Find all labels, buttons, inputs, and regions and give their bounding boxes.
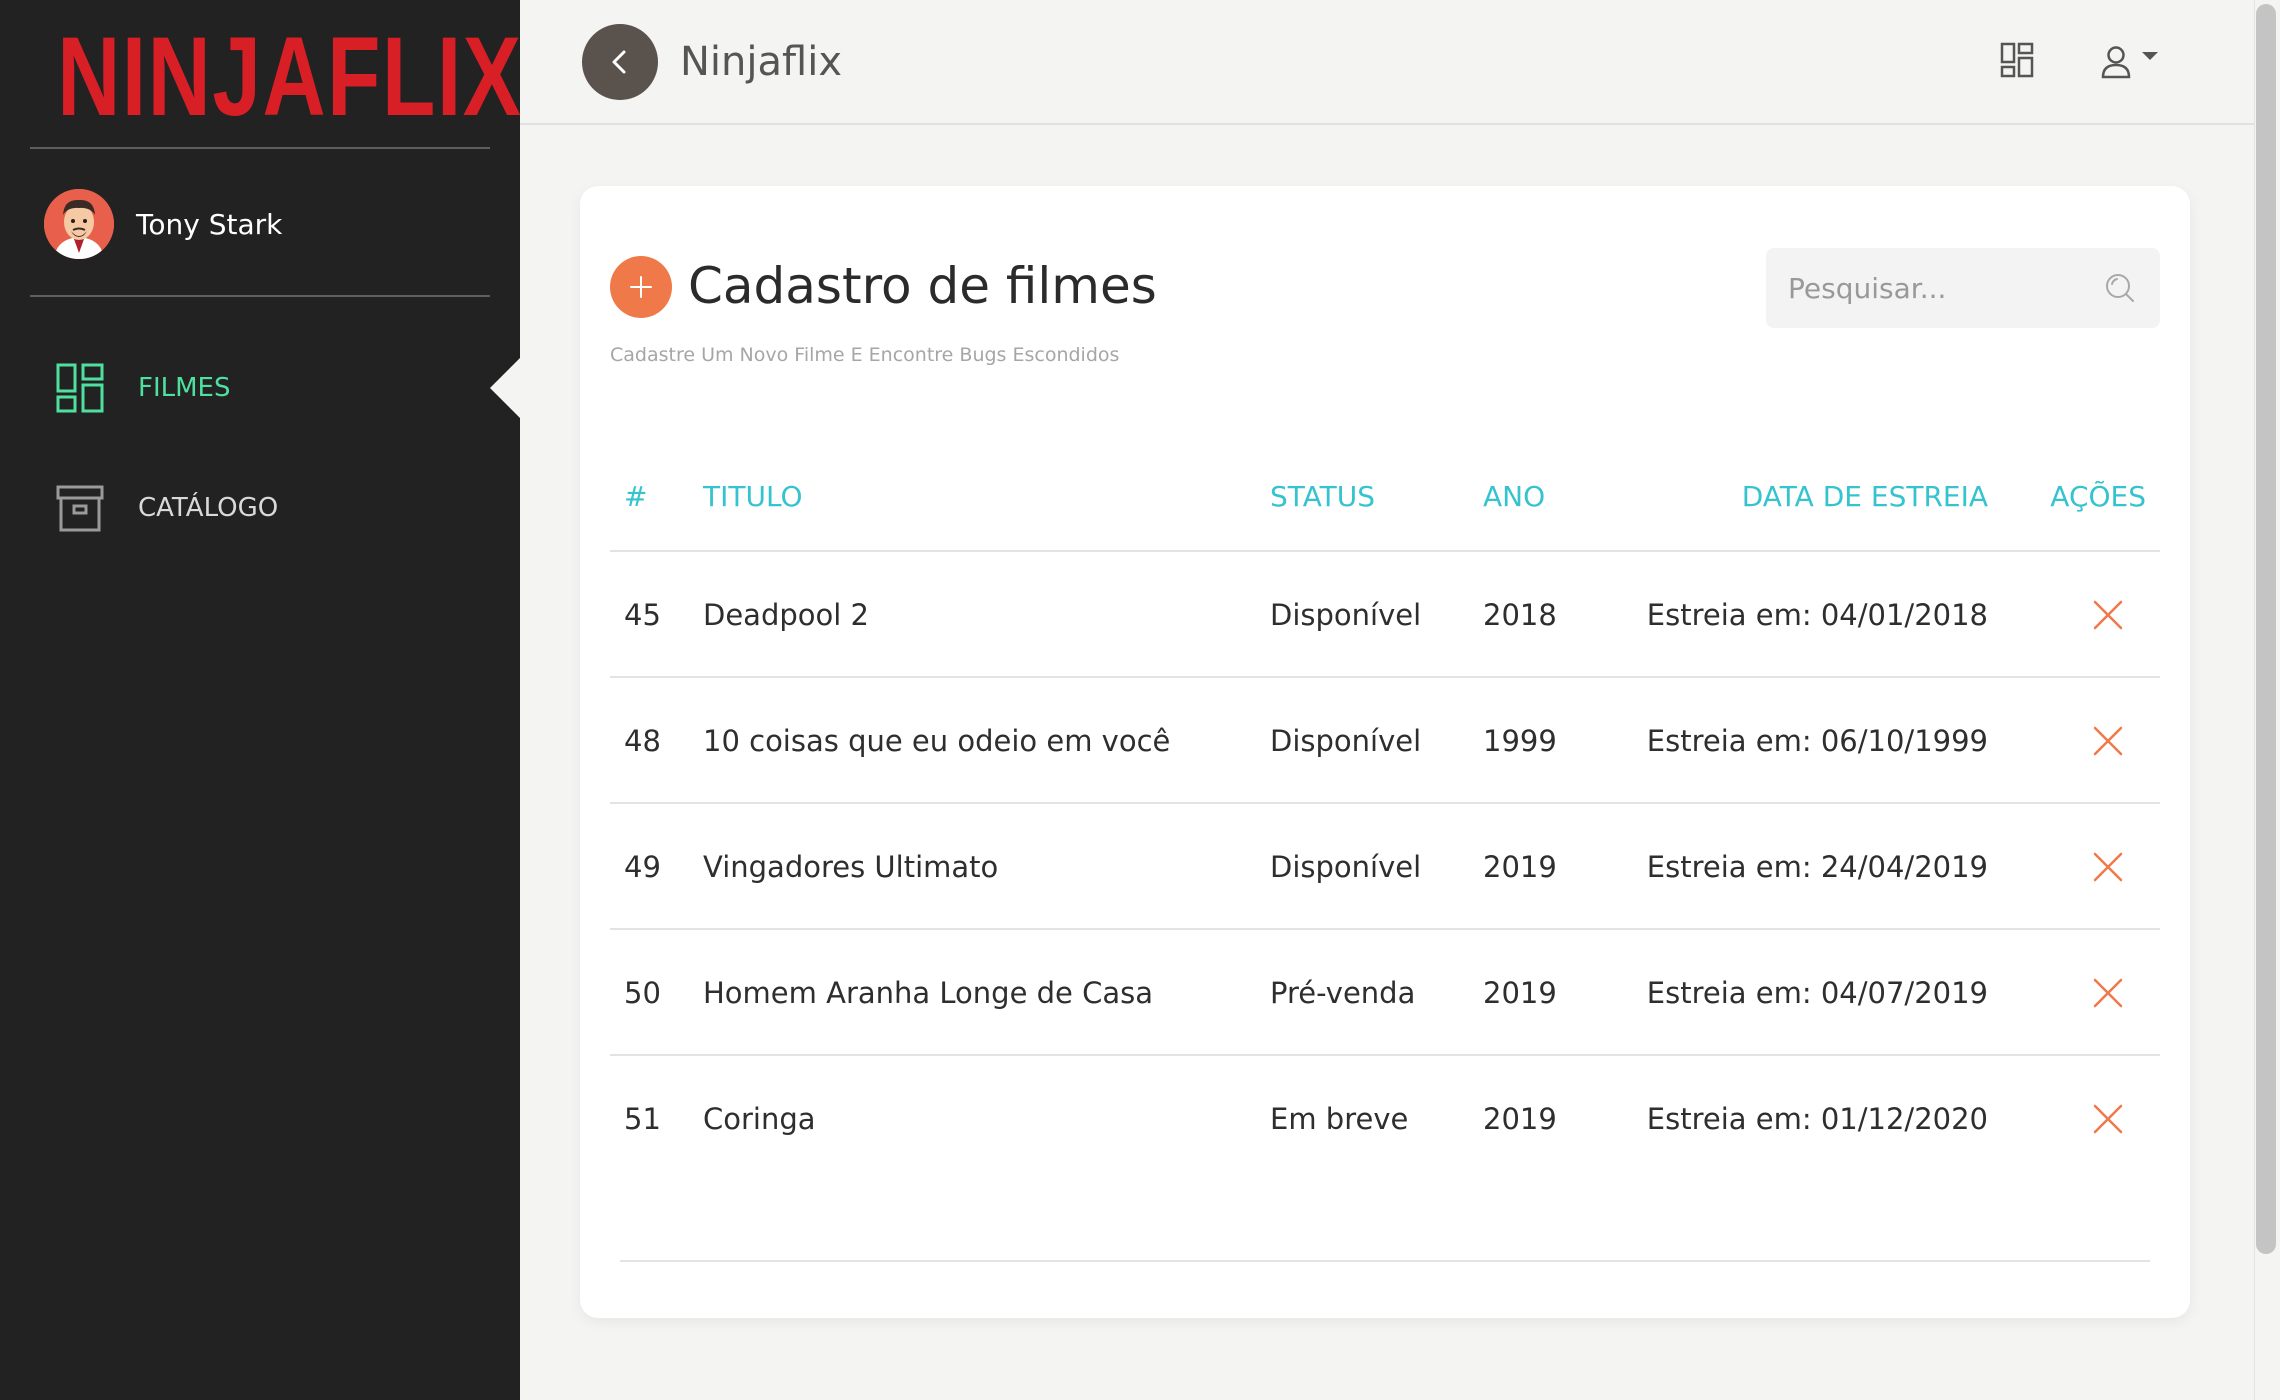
search-icon[interactable]	[2104, 272, 2136, 304]
cell-title[interactable]: Homem Aranha Longe de Casa	[703, 930, 1153, 1056]
active-indicator	[490, 358, 520, 418]
search-input[interactable]	[1766, 248, 2086, 328]
table-row[interactable]: 49 Vingadores Ultimato Disponível 2019 E…	[610, 804, 2160, 930]
dashboard-grid-icon	[2000, 42, 2034, 78]
cell-title[interactable]: 10 coisas que eu odeio em você	[703, 678, 1170, 804]
delete-x-icon[interactable]	[2092, 1103, 2124, 1135]
cell-status: Disponível	[1270, 850, 1422, 884]
cell-id: 50	[624, 976, 661, 1010]
cell-year: 1999	[1483, 724, 1557, 758]
delete-x-icon[interactable]	[2092, 599, 2124, 631]
search-box	[1766, 248, 2160, 328]
table-header: # TITULO STATUS ANO DATA DE ESTREIA AÇÕE…	[610, 442, 2160, 552]
column-header-year[interactable]: ANO	[1483, 442, 1545, 552]
cell-id: 45	[624, 598, 661, 632]
movies-table: # TITULO STATUS ANO DATA DE ESTREIA AÇÕE…	[610, 442, 2160, 1182]
scrollbar-thumb[interactable]	[2256, 4, 2276, 1254]
delete-x-icon[interactable]	[2092, 977, 2124, 1009]
cell-year: 2018	[1483, 598, 1557, 632]
sidebar-divider	[30, 295, 490, 297]
sidebar-item-filmes[interactable]: FILMES	[56, 358, 230, 418]
column-header-actions: AÇÕES	[2050, 480, 2146, 513]
cell-status: Pré-venda	[1270, 976, 1416, 1010]
user-name: Tony Stark	[136, 207, 283, 241]
archive-box-icon	[56, 485, 104, 532]
cell-title[interactable]: Coringa	[703, 1056, 816, 1182]
cell-id: 51	[624, 1102, 661, 1136]
chevron-left-icon	[612, 50, 626, 74]
cell-release-date: Estreia em: 04/07/2019	[1646, 976, 1988, 1010]
user-profile[interactable]: Tony Stark	[44, 188, 282, 260]
top-header: Ninjaflix	[520, 0, 2254, 125]
cell-release-date: Estreia em: 04/01/2018	[1646, 598, 1988, 632]
cell-title[interactable]: Deadpool 2	[703, 552, 869, 678]
cell-release-date: Estreia em: 24/04/2019	[1646, 850, 1988, 884]
table-row[interactable]: 45 Deadpool 2 Disponível 2018 Estreia em…	[610, 552, 2160, 678]
cell-release-date: Estreia em: 01/12/2020	[1646, 1102, 1988, 1136]
cell-status: Em breve	[1270, 1102, 1409, 1136]
cell-year: 2019	[1483, 976, 1557, 1010]
cell-id: 48	[624, 724, 661, 758]
caret-down-icon	[2142, 52, 2158, 60]
column-header-release-date[interactable]: DATA DE ESTREIA	[1742, 442, 1988, 552]
sidebar-item-catalogo[interactable]: CATÁLOGO	[56, 478, 278, 538]
ninjaflix-logo[interactable]: NINJAFLIX	[57, 18, 521, 136]
card-footer-divider	[620, 1260, 2150, 1262]
table-row[interactable]: 50 Homem Aranha Longe de Casa Pré-venda …	[610, 930, 2160, 1056]
cell-release-date: Estreia em: 06/10/1999	[1646, 724, 1988, 758]
page-title: Cadastro de filmes	[688, 257, 1157, 315]
cell-status: Disponível	[1270, 724, 1422, 758]
cell-id: 49	[624, 850, 661, 884]
page-header-title: Ninjaflix	[680, 39, 842, 85]
delete-x-icon[interactable]	[2092, 725, 2124, 757]
page-subtitle: Cadastre Um Novo Filme E Encontre Bugs E…	[610, 344, 1120, 366]
cell-status: Disponível	[1270, 598, 1422, 632]
plus-icon	[630, 276, 652, 298]
dashboard-button[interactable]	[2000, 42, 2034, 78]
column-header-id[interactable]: #	[624, 442, 647, 552]
table-row[interactable]: 48 10 coisas que eu odeio em você Dispon…	[610, 678, 2160, 804]
movies-card: Cadastro de filmes Cadastre Um Novo Film…	[580, 186, 2190, 1318]
user-icon	[2101, 46, 2131, 79]
dashboard-grid-icon	[56, 363, 104, 413]
column-header-title[interactable]: TITULO	[703, 442, 803, 552]
cell-year: 2019	[1483, 850, 1557, 884]
avatar	[44, 189, 114, 259]
user-menu-button[interactable]	[2100, 44, 2164, 80]
sidebar-divider	[30, 147, 490, 149]
add-movie-button[interactable]	[610, 256, 672, 318]
cell-title[interactable]: Vingadores Ultimato	[703, 804, 998, 930]
column-header-status[interactable]: STATUS	[1270, 442, 1375, 552]
sidebar-item-label: CATÁLOGO	[138, 493, 279, 523]
sidebar-item-label: FILMES	[138, 373, 231, 403]
back-button[interactable]	[582, 24, 658, 100]
sidebar: NINJAFLIX Tony Stark FILMES CATÁLOGO	[0, 0, 521, 1400]
delete-x-icon[interactable]	[2092, 851, 2124, 883]
cell-year: 2019	[1483, 1102, 1557, 1136]
table-row[interactable]: 51 Coringa Em breve 2019 Estreia em: 01/…	[610, 1056, 2160, 1182]
